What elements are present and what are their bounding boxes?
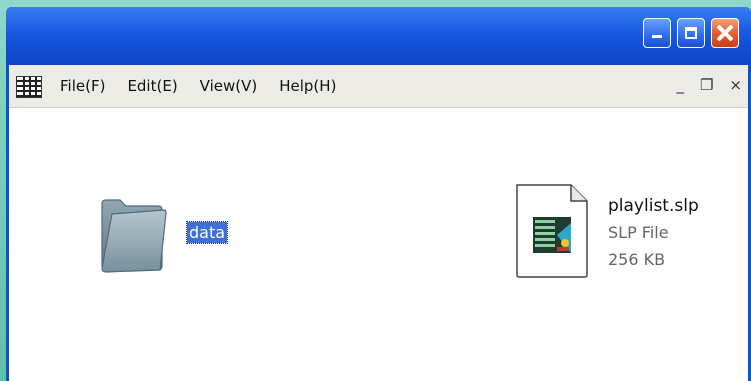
menu-help[interactable]: Help(H) xyxy=(279,77,336,95)
mdi-minimize-button[interactable]: _ xyxy=(676,76,684,94)
minimize-icon xyxy=(652,35,662,38)
menu-edit[interactable]: Edit(E) xyxy=(127,77,177,95)
slp-file-icon[interactable] xyxy=(513,183,591,279)
maximize-button[interactable] xyxy=(677,18,705,48)
file-size: 256 KB xyxy=(608,250,666,269)
title-bar[interactable] xyxy=(6,7,751,65)
file-type: SLP File xyxy=(608,223,669,242)
close-button[interactable] xyxy=(711,18,739,48)
file-view-pane[interactable]: data playlist.slp SLP File 256 KB xyxy=(9,108,748,381)
close-icon xyxy=(716,24,734,42)
mdi-controls: _ ❐ × xyxy=(676,76,742,94)
window-controls xyxy=(643,18,739,48)
grid-app-icon[interactable] xyxy=(16,76,42,98)
menu-file[interactable]: File(F) xyxy=(60,77,105,95)
minimize-button[interactable] xyxy=(643,18,671,48)
menu-bar: File(F) Edit(E) View(V) Help(H) _ ❐ × xyxy=(9,65,748,108)
maximize-icon xyxy=(685,27,697,39)
file-name[interactable]: playlist.slp xyxy=(608,196,699,216)
explorer-window: File(F) Edit(E) View(V) Help(H) _ ❐ × da… xyxy=(6,7,751,381)
folder-icon[interactable] xyxy=(96,194,168,276)
menu-view[interactable]: View(V) xyxy=(200,77,258,95)
menu-items: File(F) Edit(E) View(V) Help(H) xyxy=(60,77,336,95)
mdi-close-button[interactable]: × xyxy=(729,76,742,94)
folder-label[interactable]: data xyxy=(185,221,229,244)
mdi-restore-button[interactable]: ❐ xyxy=(700,76,713,94)
